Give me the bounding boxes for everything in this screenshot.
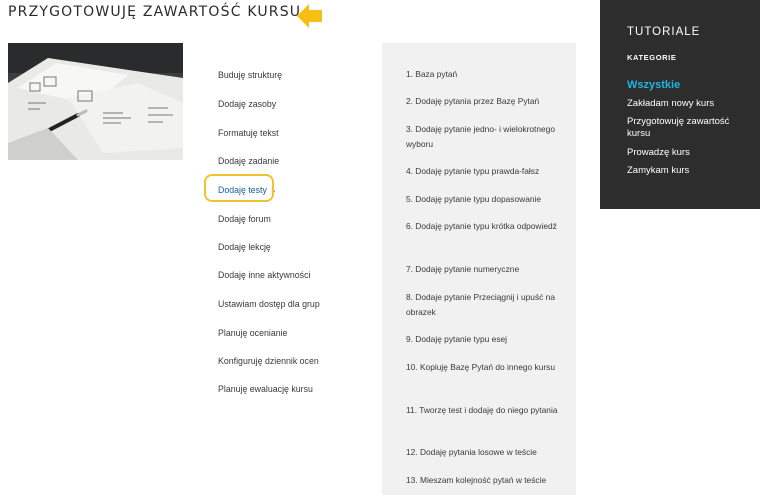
tutorial-link[interactable]: 13. Mieszam kolejność pytań w teście [406, 473, 566, 488]
tutorial-link[interactable]: 1. Baza pytań [406, 67, 566, 82]
sidebar-category-label: KATEGORIE [627, 53, 677, 62]
tutorial-link[interactable]: 3. Dodaję pytanie jedno- i wielokrotnego… [406, 122, 566, 152]
tutorial-link[interactable]: 2. Dodaję pytania przez Bazę Pytań [406, 94, 566, 109]
tutorial-link[interactable]: 6. Dodaję pytanie typu krótka odpowiedź [406, 219, 566, 234]
highlight-ring [204, 174, 274, 202]
tutorial-link[interactable]: 9. Dodaję pytanie typu esej [406, 332, 566, 347]
sidebar-link-wszystkie[interactable]: Wszystkie [627, 79, 747, 91]
tutorial-list: 1. Baza pytań 2. Dodaję pytania przez Ba… [382, 43, 576, 495]
tutorial-link[interactable]: 12. Dodaję pytania losowe w teście [406, 445, 566, 460]
tutorial-link[interactable]: 8. Dodaje pytanie Przeciągnij i upuść na… [406, 290, 566, 320]
menu-item-dodaje-inne-aktywnosci[interactable]: Dodaję inne aktywności [218, 270, 310, 280]
menu-item-dodaje-zasoby[interactable]: Dodaję zasoby [218, 99, 276, 109]
tutorial-link[interactable]: 11. Tworzę test i dodaję do niego pytani… [406, 403, 566, 418]
hero-image [8, 43, 183, 160]
tutorial-link[interactable]: 5. Dodaję pytanie typu dopasowanie [406, 192, 566, 207]
tutorial-link[interactable]: 4. Dodaję pytanie typu prawda-fałsz [406, 164, 566, 179]
menu-item-ustawiam-dostep[interactable]: Ustawiam dostęp dla grup [218, 299, 320, 309]
menu-item-dodaje-lekcje[interactable]: Dodaję lekcję [218, 242, 271, 252]
subcategory-menu: Buduję strukturę Dodaję zasoby Formatuję… [192, 43, 382, 495]
tutorials-sidebar: TUTORIALE KATEGORIE Wszystkie Zakładam n… [600, 0, 760, 209]
menu-item-konfiguruje-dziennik[interactable]: Konfiguruję dziennik ocen [218, 356, 319, 366]
menu-item-planuje-ocenianie[interactable]: Planuję ocenianie [218, 328, 287, 338]
menu-item-buduje-strukture[interactable]: Buduję strukturę [218, 70, 282, 80]
menu-item-dodaje-zadanie[interactable]: Dodaję zadanie [218, 156, 279, 166]
sidebar-title: TUTORIALE [627, 26, 701, 38]
menu-item-planuje-ewaluacje[interactable]: Planuję ewaluację kursu [218, 384, 313, 394]
menu-item-formatuje-tekst[interactable]: Formatuję tekst [218, 128, 279, 138]
tutorial-link[interactable]: 10. Kopiuję Bazę Pytań do innego kursu [406, 360, 566, 375]
sidebar-link-zakladam-nowy-kurs[interactable]: Zakładam nowy kurs [627, 98, 747, 110]
sidebar-link-prowadze-kurs[interactable]: Prowadzę kurs [627, 147, 747, 159]
tutorial-link[interactable]: 7. Dodaję pytanie numeryczne [406, 262, 566, 277]
menu-item-dodaje-forum[interactable]: Dodaję forum [218, 214, 271, 224]
arrow-left-icon [296, 3, 324, 29]
sidebar-link-zamykam-kurs[interactable]: Zamykam kurs [627, 165, 747, 177]
page-title: PRZYGOTOWUJĘ ZAWARTOŚĆ KURSU [8, 4, 302, 20]
sidebar-link-przygotowuje-zawartosc[interactable]: Przygotowuję zawartość kursu [627, 116, 747, 140]
